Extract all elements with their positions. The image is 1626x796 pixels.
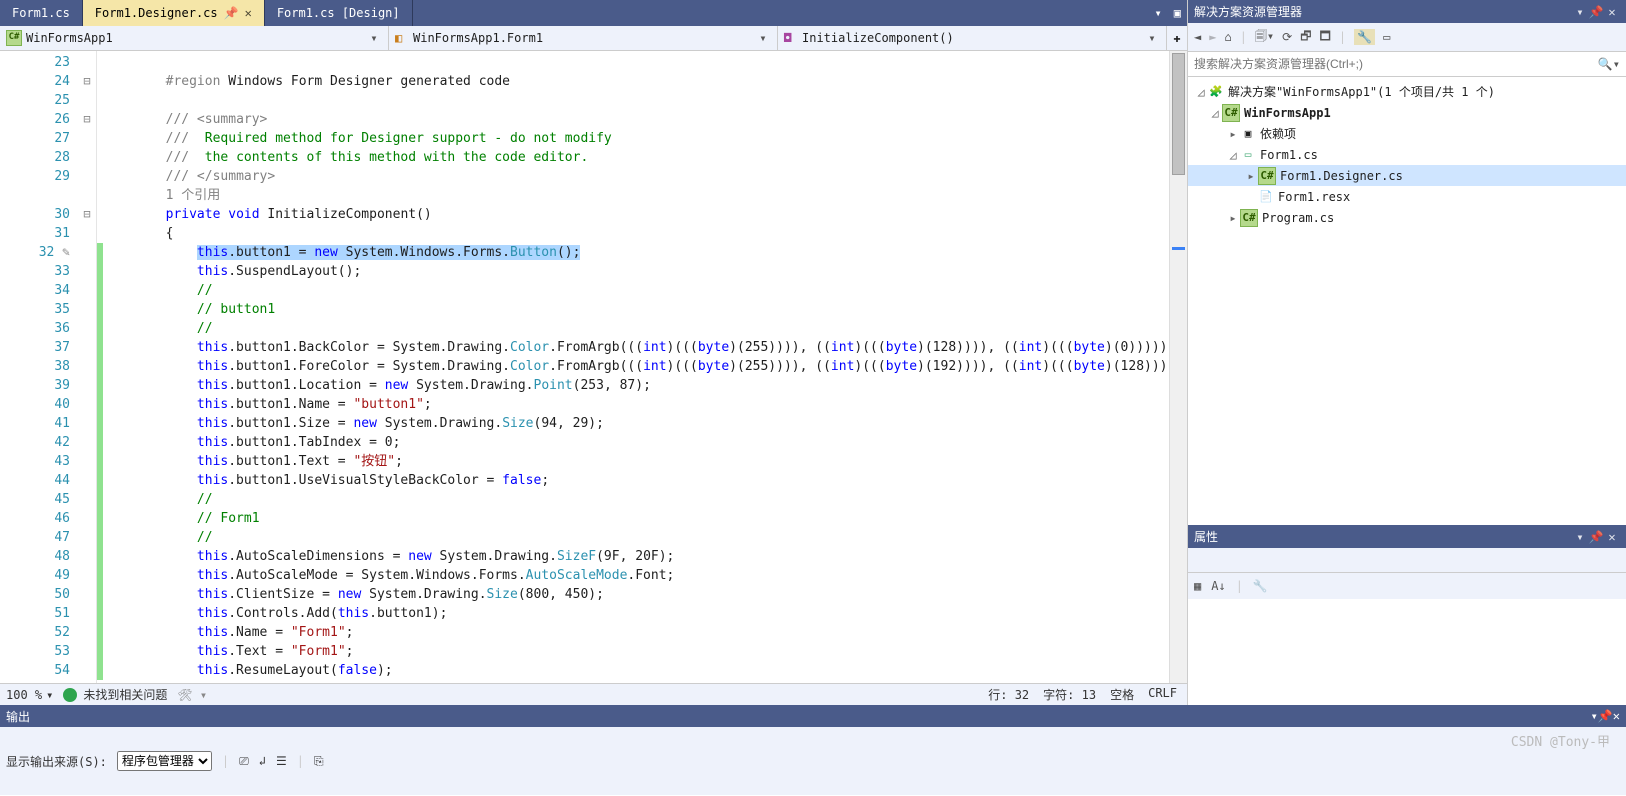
- nav-project[interactable]: C# WinFormsApp1 ▾: [0, 26, 389, 50]
- output-header: 输出 ▾ 📌 ✕: [0, 705, 1626, 727]
- expand-icon[interactable]: ◿: [1194, 85, 1208, 99]
- chevron-down-icon[interactable]: ▾: [1572, 5, 1588, 19]
- resx-icon: 📄: [1258, 189, 1274, 205]
- close-icon[interactable]: ✕: [1604, 5, 1620, 19]
- filter-icon[interactable]: 🗐▾: [1255, 27, 1274, 48]
- properties-header: 属性 ▾ 📌 ✕: [1188, 525, 1626, 548]
- caret-line: 行: 32: [988, 686, 1029, 703]
- dependencies-icon: ▣: [1240, 126, 1256, 142]
- program-file-node[interactable]: ▸ C# Program.cs: [1188, 207, 1626, 228]
- caret-col: 字符: 13: [1043, 686, 1096, 703]
- expand-icon[interactable]: ◿: [1226, 148, 1240, 162]
- properties-object-selector[interactable]: [1188, 548, 1626, 573]
- back-icon[interactable]: ◄: [1194, 30, 1201, 44]
- chevron-down-icon[interactable]: ▾: [1144, 31, 1160, 45]
- indent-mode[interactable]: 空格: [1110, 686, 1134, 703]
- collapse-icon[interactable]: 🗖: [1320, 27, 1331, 48]
- home-icon[interactable]: ⌂: [1224, 30, 1231, 44]
- nav-split-button[interactable]: ✚: [1167, 31, 1187, 45]
- properties-grid[interactable]: [1188, 599, 1626, 705]
- nav-class[interactable]: ◧ WinFormsApp1.Form1 ▾: [389, 26, 778, 50]
- solution-icon: 🧩: [1208, 84, 1224, 100]
- line-numbers: 23242526272829303132 ✎333435363738394041…: [0, 51, 78, 683]
- find-icon[interactable]: ☰: [276, 754, 287, 768]
- tab-form1-designer[interactable]: Form1.Designer.cs 📌 ✕: [83, 0, 265, 26]
- class-icon: ◧: [395, 31, 409, 45]
- tabs-full-screen-button[interactable]: ▣: [1168, 6, 1187, 20]
- alphabetical-icon[interactable]: A↓: [1211, 579, 1225, 593]
- editor-tabs: Form1.cs Form1.Designer.cs 📌 ✕ Form1.cs …: [0, 0, 1187, 26]
- expand-icon[interactable]: ▸: [1226, 127, 1240, 141]
- screwdriver-icon[interactable]: 🛠 ▾: [177, 688, 207, 702]
- csharp-icon: C#: [6, 30, 22, 46]
- fold-column[interactable]: ⊟⊟⊟: [78, 51, 97, 683]
- solution-node[interactable]: ◿ 🧩 解决方案"WinFormsApp1"(1 个项目/共 1 个): [1188, 81, 1626, 102]
- solution-explorer-toolbar: ◄ ► ⌂ | 🗐▾ ⟳ 🗗 🗖 | 🔧 ▭: [1188, 23, 1626, 52]
- pin-icon[interactable]: 📌: [1588, 530, 1604, 544]
- line-ending[interactable]: CRLF: [1148, 686, 1177, 703]
- close-icon[interactable]: ✕: [1604, 530, 1620, 544]
- search-icon[interactable]: 🔍▾: [1592, 57, 1626, 71]
- show-all-icon[interactable]: 🗗: [1300, 27, 1311, 48]
- panel-title: 解决方案资源管理器: [1194, 3, 1302, 20]
- nav-method[interactable]: ◘ InitializeComponent() ▾: [778, 26, 1167, 50]
- chevron-down-icon[interactable]: ▾: [1572, 530, 1588, 544]
- panel-title: 属性: [1194, 528, 1218, 545]
- project-node[interactable]: ◿ C# WinFormsApp1: [1188, 102, 1626, 123]
- method-icon: ◘: [784, 31, 798, 45]
- property-pages-icon[interactable]: 🔧: [1253, 579, 1268, 593]
- chevron-down-icon[interactable]: ▾: [1591, 709, 1598, 723]
- csharp-project-icon: C#: [1222, 104, 1240, 122]
- close-icon[interactable]: ✕: [1613, 709, 1620, 723]
- toggle-wrap-icon[interactable]: ↲: [259, 754, 266, 768]
- expand-icon[interactable]: ▸: [1226, 211, 1240, 225]
- properties-icon[interactable]: 🔧: [1354, 29, 1375, 45]
- tab-form1-cs[interactable]: Form1.cs: [0, 0, 83, 26]
- ok-icon: [63, 688, 77, 702]
- csharp-file-icon: C#: [1258, 167, 1276, 185]
- preview-icon[interactable]: ▭: [1383, 30, 1390, 44]
- goto-icon[interactable]: ⎘: [314, 754, 324, 769]
- scroll-caret-marker: [1172, 247, 1185, 250]
- clear-icon[interactable]: ⎚: [239, 754, 249, 769]
- code-text[interactable]: #region Windows Form Designer generated …: [103, 51, 1169, 683]
- solution-search-input[interactable]: [1188, 57, 1592, 71]
- tab-form1-design[interactable]: Form1.cs [Design]: [265, 0, 413, 26]
- form-icon: ▭: [1240, 147, 1256, 163]
- solution-search[interactable]: 🔍▾: [1188, 52, 1626, 77]
- code-editor[interactable]: 23242526272829303132 ✎333435363738394041…: [0, 51, 1187, 683]
- solution-tree[interactable]: ◿ 🧩 解决方案"WinFormsApp1"(1 个项目/共 1 个) ◿ C#…: [1188, 77, 1626, 525]
- sync-icon[interactable]: ⟳: [1282, 30, 1292, 44]
- forward-icon[interactable]: ►: [1209, 30, 1216, 44]
- resx-file-node[interactable]: 📄 Form1.resx: [1188, 186, 1626, 207]
- solution-explorer-header: 解决方案资源管理器 ▾ 📌 ✕: [1188, 0, 1626, 23]
- nav-breadcrumbs: C# WinFormsApp1 ▾ ◧ WinFormsApp1.Form1 ▾…: [0, 26, 1187, 51]
- designer-file-node[interactable]: ▸ C# Form1.Designer.cs: [1188, 165, 1626, 186]
- pin-icon[interactable]: 📌: [1588, 5, 1604, 19]
- panel-title: 输出: [6, 708, 30, 725]
- properties-toolbar: ▦ A↓ | 🔧: [1188, 573, 1626, 599]
- output-toolbar: 显示输出来源(S): 程序包管理器 | ⎚ ↲ ☰ | ⎘: [0, 727, 1626, 795]
- expand-icon[interactable]: ◿: [1208, 106, 1222, 120]
- dependencies-node[interactable]: ▸ ▣ 依赖项: [1188, 123, 1626, 144]
- chevron-down-icon[interactable]: ▾: [366, 31, 382, 45]
- tabs-overflow-button[interactable]: ▾: [1149, 6, 1168, 20]
- form1-node[interactable]: ◿ ▭ Form1.cs: [1188, 144, 1626, 165]
- categorized-icon[interactable]: ▦: [1194, 579, 1201, 593]
- chevron-down-icon[interactable]: ▾: [755, 31, 771, 45]
- zoom-control[interactable]: 100 % ▾: [6, 688, 53, 702]
- issues-indicator[interactable]: 未找到相关问题: [63, 686, 167, 703]
- pin-icon[interactable]: 📌: [1598, 709, 1613, 723]
- vertical-scrollbar[interactable]: [1169, 51, 1187, 683]
- close-icon[interactable]: ✕: [245, 6, 252, 20]
- expand-icon[interactable]: ▸: [1244, 169, 1258, 183]
- pin-icon[interactable]: 📌: [224, 6, 239, 20]
- csharp-file-icon: C#: [1240, 209, 1258, 227]
- scroll-thumb[interactable]: [1172, 53, 1185, 175]
- editor-status-bar: 100 % ▾ 未找到相关问题 🛠 ▾ 行: 32 字符: 13 空格 CRLF: [0, 683, 1187, 705]
- output-source-select[interactable]: 程序包管理器: [117, 751, 212, 771]
- output-source-label: 显示输出来源(S):: [6, 753, 107, 770]
